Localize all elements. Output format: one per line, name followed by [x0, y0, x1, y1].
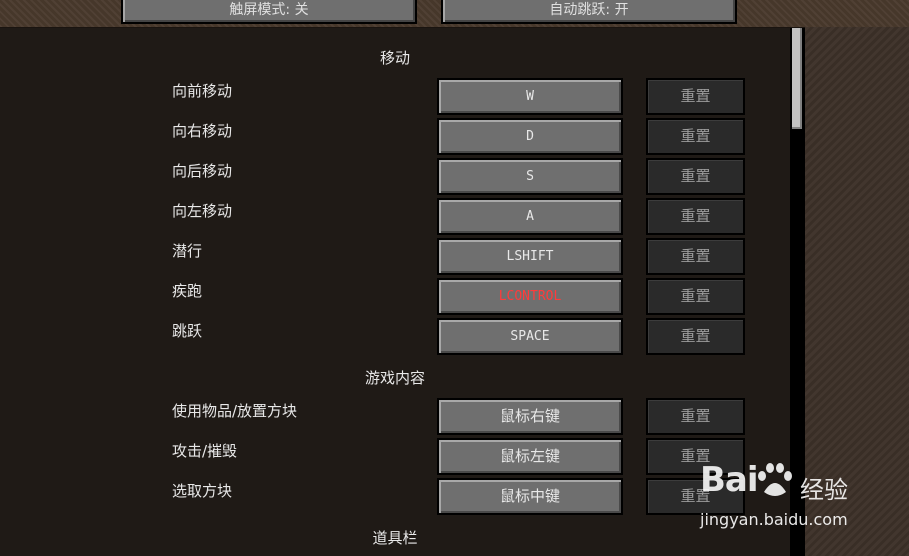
- keybind-label: 疾跑: [172, 282, 203, 300]
- keybind-label: 使用物品/放置方块: [172, 402, 298, 420]
- key-button[interactable]: W: [437, 78, 623, 115]
- reset-button[interactable]: 重置: [646, 438, 745, 475]
- keybind-label: 向后移动: [172, 162, 233, 180]
- keybind-row: 潜行 LSHIFT 重置: [0, 238, 790, 275]
- reset-button[interactable]: 重置: [646, 118, 745, 155]
- reset-button[interactable]: 重置: [646, 398, 745, 435]
- keybind-label: 向前移动: [172, 82, 233, 100]
- keybind-row: 攻击/摧毁 鼠标左键 重置: [0, 438, 790, 475]
- keybind-row: 疾跑 LCONTROL 重置: [0, 278, 790, 315]
- reset-button[interactable]: 重置: [646, 158, 745, 195]
- key-button[interactable]: 鼠标右键: [437, 398, 623, 435]
- reset-button[interactable]: 重置: [646, 78, 745, 115]
- reset-button[interactable]: 重置: [646, 318, 745, 355]
- top-strip: 触屏模式: 关 自动跳跃: 开: [0, 0, 909, 28]
- key-button-conflict[interactable]: LCONTROL: [437, 278, 623, 315]
- keybind-label: 攻击/摧毁: [172, 442, 238, 460]
- keybind-row: 跳跃 SPACE 重置: [0, 318, 790, 355]
- keybind-row: 选取方块 鼠标中键 重置: [0, 478, 790, 515]
- reset-button[interactable]: 重置: [646, 278, 745, 315]
- reset-button[interactable]: 重置: [646, 478, 745, 515]
- key-button[interactable]: D: [437, 118, 623, 155]
- keybind-label: 向右移动: [172, 122, 233, 140]
- key-button[interactable]: 鼠标左键: [437, 438, 623, 475]
- keybind-row: 向后移动 S 重置: [0, 158, 790, 195]
- keybind-row: 向前移动 W 重置: [0, 78, 790, 115]
- key-button[interactable]: 鼠标中键: [437, 478, 623, 515]
- keybind-label: 潜行: [172, 242, 203, 260]
- keybind-label: 向左移动: [172, 202, 233, 220]
- category-header-movement: 移动: [379, 49, 410, 67]
- scrollbar-thumb[interactable]: [792, 28, 802, 129]
- key-button[interactable]: SPACE: [437, 318, 623, 355]
- keybind-label: 选取方块: [172, 482, 233, 500]
- keybind-row: 向左移动 A 重置: [0, 198, 790, 235]
- touchscreen-mode-button[interactable]: 触屏模式: 关: [121, 0, 417, 24]
- keybind-row: 向右移动 D 重置: [0, 118, 790, 155]
- key-button[interactable]: A: [437, 198, 623, 235]
- category-header-hotbar: 道具栏: [372, 529, 418, 547]
- reset-button[interactable]: 重置: [646, 238, 745, 275]
- keybind-label: 跳跃: [172, 322, 203, 340]
- auto-jump-button[interactable]: 自动跳跃: 开: [441, 0, 737, 24]
- key-button[interactable]: S: [437, 158, 623, 195]
- category-header-gameplay: 游戏内容: [364, 369, 425, 387]
- background-dirt-column: [805, 27, 909, 556]
- reset-button[interactable]: 重置: [646, 198, 745, 235]
- key-button[interactable]: LSHIFT: [437, 238, 623, 275]
- keybind-row: 使用物品/放置方块 鼠标右键 重置: [0, 398, 790, 435]
